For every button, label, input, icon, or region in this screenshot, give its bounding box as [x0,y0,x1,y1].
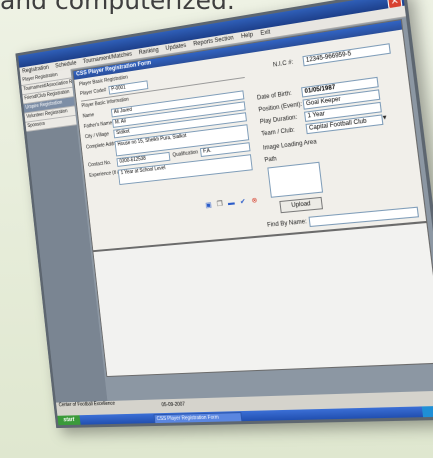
team-label: Team / Club: [261,127,295,137]
find-by-name-label: Find By Name: [267,219,307,229]
dob-label: Date of Birth: [257,91,292,102]
system-tray [422,406,433,418]
upload-button[interactable]: Upload [279,197,323,213]
taskbar-item[interactable]: CSS Player Registration Form [153,412,242,424]
menu-schedule[interactable]: Schedule [55,61,77,70]
chevron-down-icon[interactable]: ▼ [380,114,390,123]
qualification-label: Qualification [172,149,198,158]
player-code-label: Player Code# [80,87,107,97]
position-label: Position (Event): [258,102,302,114]
menu-updates[interactable]: Updates [165,43,186,52]
photo-preview [267,162,323,198]
save-icon[interactable]: ▣ [204,202,212,211]
start-button[interactable]: start [57,415,80,425]
path-label: Path [264,156,277,163]
cancel-icon[interactable]: ⊗ [250,197,259,206]
image-area-label: Image Loading Area [263,139,317,151]
status-date: 05-09-2007 [161,402,185,410]
menu-ranking[interactable]: Ranking [139,47,160,56]
father-name-label: Father's Name [84,120,113,129]
menu-exit[interactable]: Exit [260,29,271,37]
name-label: Name [82,112,94,119]
new-icon[interactable]: ❐ [216,201,225,210]
nic-label: N.I.C #: [273,60,294,69]
city-label: City / Village [85,131,110,140]
status-text: Center of Football Excellence [59,390,433,409]
contact-label: Contact No. [88,160,112,168]
menu-help[interactable]: Help [241,32,254,40]
delete-icon[interactable]: ▬ [227,199,236,208]
app-window: ✕ Registration Schedule Tournament/Match… [15,0,433,428]
monitor: ✕ Registration Schedule Tournament/Match… [4,8,428,448]
confirm-icon[interactable]: ✔ [239,198,248,207]
duration-label: Play Duration: [260,115,298,126]
nic-field[interactable]: 12345-966959-5 [302,43,390,66]
